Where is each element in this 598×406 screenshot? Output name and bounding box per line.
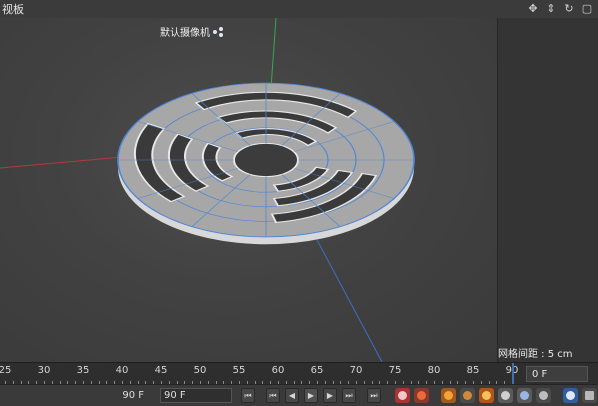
timeline-tick-label: 80	[427, 365, 441, 376]
timeline-tick-label: 30	[37, 365, 51, 376]
panel-title: 视板	[2, 3, 24, 16]
current-frame-field[interactable]: 0 F	[526, 366, 588, 382]
go-to-start-button[interactable]: ⏮	[241, 388, 255, 403]
transport-bar: 90 F 90 F ⏮ ⏮ ◀ ▶ ▶ ⏭ ⏭	[0, 384, 598, 406]
scene-canvas[interactable]	[0, 18, 497, 362]
timeline-tick-label: 60	[271, 365, 285, 376]
timeline-tick-label: 25	[0, 365, 12, 376]
maximize-icon[interactable]: ▢	[580, 1, 594, 15]
min-frame-value[interactable]: 90 F	[104, 388, 144, 403]
previous-key-button[interactable]: ⏮	[266, 388, 280, 403]
timeline-tick-label: 55	[232, 365, 246, 376]
3d-viewport[interactable]: 默认摄像机	[0, 18, 497, 362]
right-side-panel	[497, 18, 598, 362]
camera-name: 默认摄像机	[160, 28, 210, 39]
move-icon[interactable]: ✥	[526, 1, 540, 15]
keyframe-selection-icon[interactable]	[441, 388, 456, 403]
go-to-end-button[interactable]: ⏭	[367, 388, 381, 403]
disc-mesh[interactable]	[117, 82, 415, 245]
timeline-tick-label: 70	[349, 365, 363, 376]
timeline-playhead[interactable]	[512, 363, 514, 385]
previous-frame-button[interactable]: ◀	[285, 388, 299, 403]
timeline-tick-label: 65	[310, 365, 324, 376]
zoom-icon[interactable]: ⇕	[544, 1, 558, 15]
view-navigation-tools: ✥ ⇕ ↻ ▢	[526, 1, 594, 15]
timeline-menu-icon[interactable]	[582, 388, 597, 403]
timeline-tick-label: 75	[388, 365, 402, 376]
center-hole	[233, 142, 299, 178]
grid-spacing-label: 网格间距 : 5 cm	[498, 349, 573, 360]
max-frame-field[interactable]: 90 F	[160, 388, 232, 403]
pla-key-icon[interactable]	[536, 388, 551, 403]
rotate-icon[interactable]: ↻	[562, 1, 576, 15]
next-key-button[interactable]: ⏭	[342, 388, 356, 403]
timeline-tick-label: 35	[76, 365, 90, 376]
play-button[interactable]: ▶	[304, 388, 318, 403]
viewport-header: 视板 ✥ ⇕ ↻ ▢	[0, 0, 598, 19]
position-key-icon[interactable]	[460, 388, 475, 403]
camera-icon	[212, 26, 226, 37]
timeline-ruler[interactable]: 2530354045505560657075808590 0 F	[0, 362, 598, 385]
timeline-tick-label: 50	[193, 365, 207, 376]
timeline-tick-label: 40	[115, 365, 129, 376]
timeline-tick-label: 45	[154, 365, 168, 376]
scale-key-icon[interactable]	[479, 388, 494, 403]
camera-label[interactable]: 默认摄像机	[160, 24, 226, 39]
autokey-icon[interactable]	[414, 388, 429, 403]
rotation-key-icon[interactable]	[498, 388, 513, 403]
timeline-tick-label: 85	[466, 365, 480, 376]
record-active-objects-icon[interactable]	[395, 388, 410, 403]
parameter-key-icon[interactable]	[517, 388, 532, 403]
next-frame-button[interactable]: ▶	[323, 388, 337, 403]
ruler-ticks[interactable]: 2530354045505560657075808590	[0, 363, 520, 385]
interpolation-icon[interactable]	[563, 388, 578, 403]
